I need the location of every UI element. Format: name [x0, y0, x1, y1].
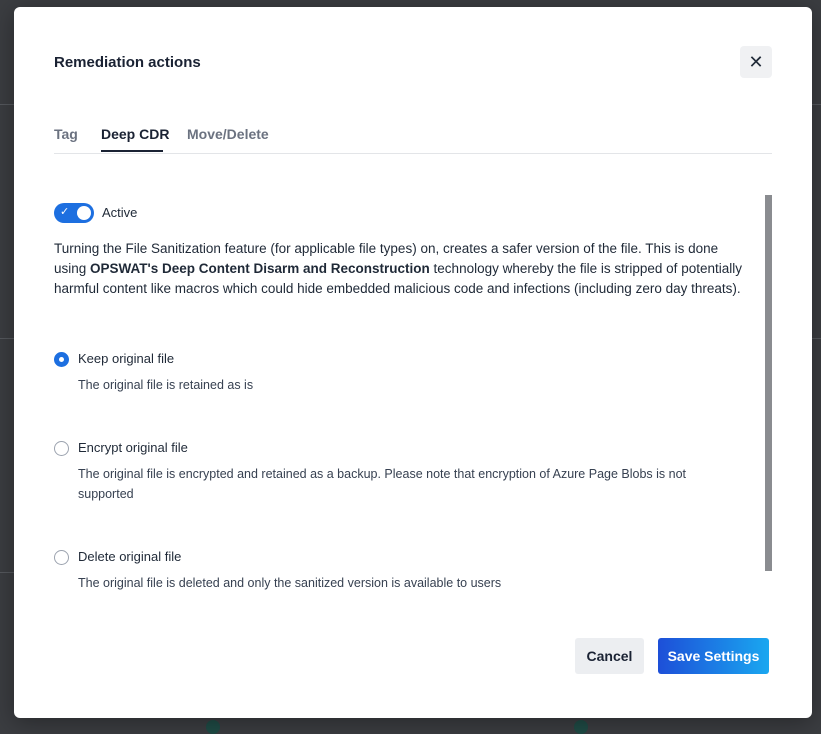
- background-status-dot: [206, 720, 220, 734]
- encrypt-original-radio[interactable]: [54, 441, 69, 456]
- option-description: The original file is encrypted and retai…: [78, 467, 687, 501]
- background-divider: [0, 572, 14, 573]
- tab-move-delete[interactable]: Move/Delete: [187, 126, 269, 142]
- save-settings-button[interactable]: Save Settings: [658, 638, 769, 674]
- close-button[interactable]: ✕: [740, 46, 772, 78]
- active-toggle[interactable]: ✓: [54, 203, 94, 223]
- background-divider: [812, 104, 821, 105]
- option-label: Encrypt original file: [78, 440, 188, 455]
- description-bold-text: OPSWAT's Deep Content Disarm and Reconst…: [90, 261, 430, 276]
- active-toggle-label: Active: [102, 205, 138, 220]
- cancel-button[interactable]: Cancel: [575, 638, 644, 674]
- delete-original-radio[interactable]: [54, 550, 69, 565]
- tab-deep-cdr[interactable]: Deep CDR: [101, 126, 169, 142]
- option-label: Delete original file: [78, 549, 182, 564]
- option-description: The original file is retained as is: [78, 378, 254, 392]
- keep-original-radio[interactable]: [54, 352, 69, 367]
- option-label: Keep original file: [78, 351, 175, 366]
- remediation-modal: Remediation actions ✕ Tag Deep CDR Move/…: [14, 7, 812, 718]
- tab-bar: Tag Deep CDR Move/Delete: [54, 119, 772, 154]
- check-icon: ✓: [60, 206, 70, 218]
- background-divider: [0, 338, 14, 339]
- background-divider: [0, 104, 14, 105]
- toggle-knob: [77, 206, 91, 220]
- close-icon: ✕: [748, 52, 764, 72]
- modal-title: Remediation actions: [54, 54, 201, 71]
- background-status-dot: [574, 720, 588, 734]
- feature-description: Turning the File Sanitization feature (f…: [54, 239, 754, 299]
- content-scrollbar[interactable]: [765, 195, 772, 571]
- active-tab-indicator: [101, 150, 163, 152]
- background-divider: [812, 338, 821, 339]
- option-description: The original file is deleted and only th…: [78, 576, 502, 590]
- tab-tag[interactable]: Tag: [54, 126, 78, 142]
